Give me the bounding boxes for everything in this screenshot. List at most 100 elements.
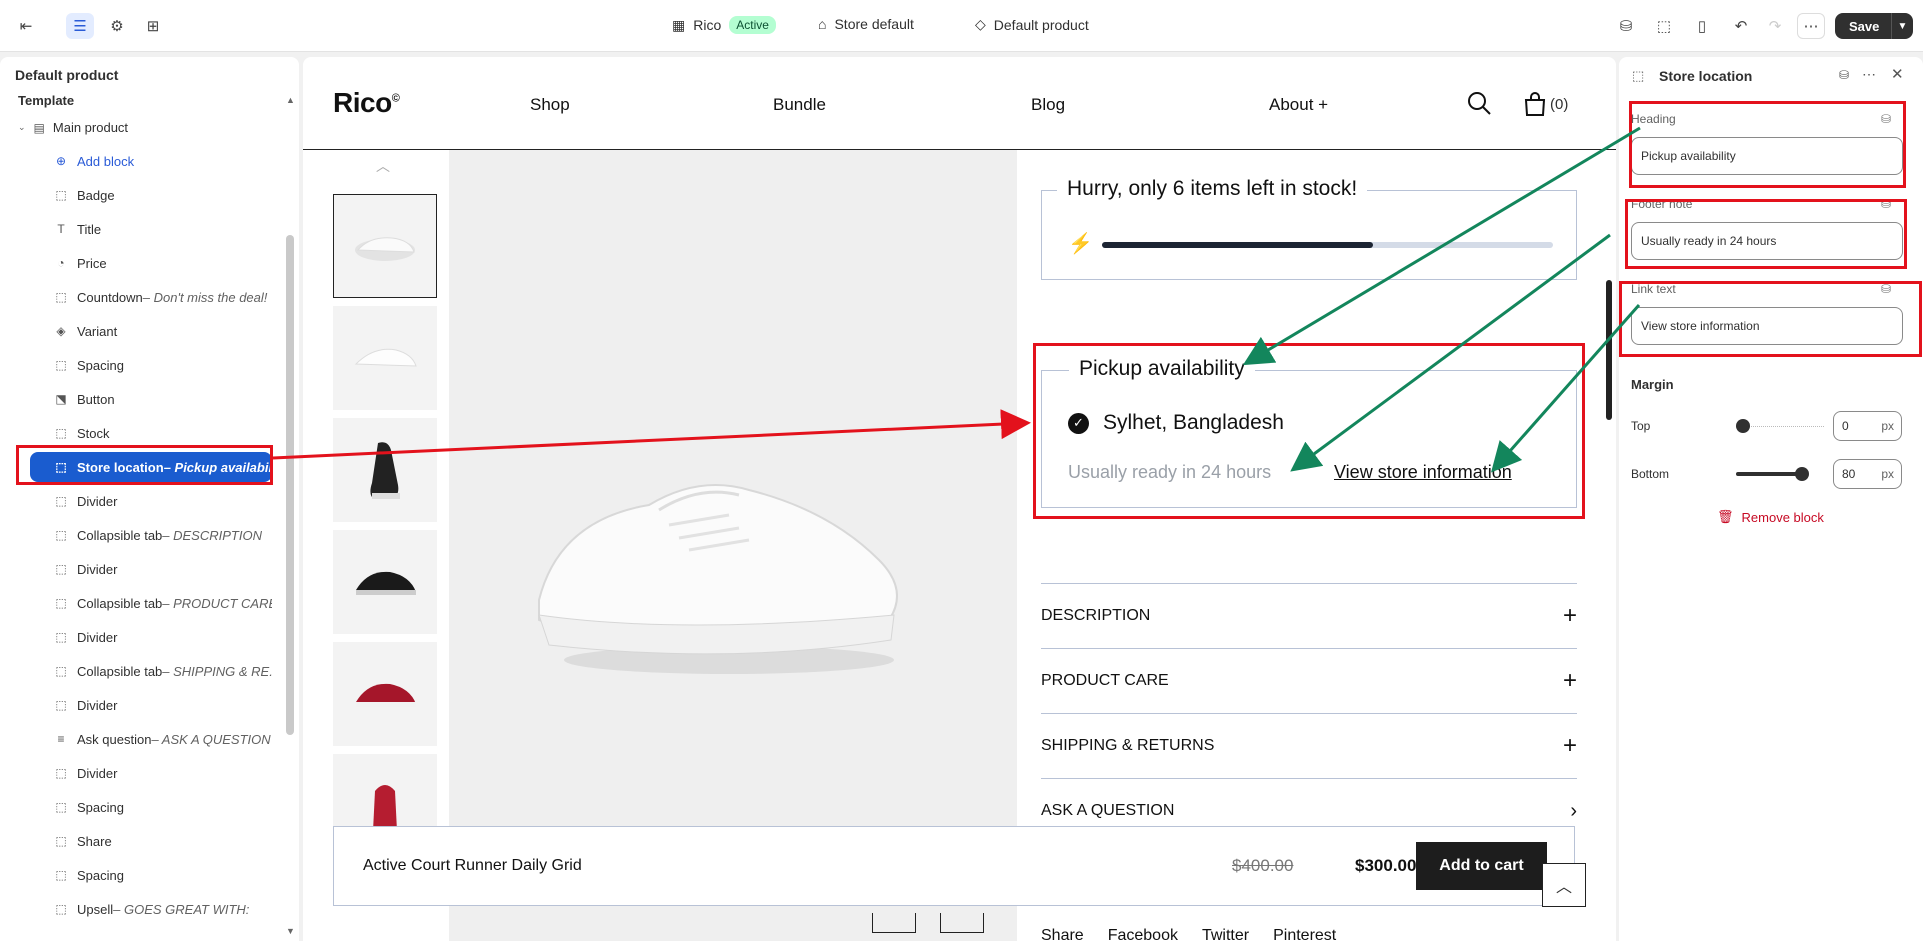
sidebar-item-divider[interactable]: ⬚ Divider [30, 486, 272, 516]
sidebar-item-label: Spacing [77, 799, 124, 815]
sidebar-item-collapsible-tab[interactable]: ⬚ Collapsible tab – PRODUCT CARE [30, 588, 272, 618]
accordion-description[interactable]: DESCRIPTION + [1041, 583, 1577, 648]
sidebar-item-add-block[interactable]: ⊕ Add block [30, 146, 272, 176]
store-switcher[interactable]: ⌂ Store default [818, 16, 914, 32]
sidebar-item-divider[interactable]: ⬚ Divider [30, 554, 272, 584]
sidebar-item-upsell[interactable]: ⬚ Upsell – GOES GREAT WITH: [30, 894, 272, 924]
tag-icon: ◇ [975, 16, 986, 32]
template-switcher[interactable]: ◇ Default product [975, 16, 1089, 33]
sticky-product-title: Active Court Runner Daily Grid [363, 857, 582, 874]
database-icon[interactable]: ⛁ [1839, 68, 1849, 82]
margin-heading: Margin [1631, 377, 1674, 392]
sidebar-item-variant[interactable]: ◈ Variant [30, 316, 272, 346]
thumbnail-black-sneaker[interactable] [333, 530, 437, 634]
collapse-icon[interactable]: ▲ [286, 95, 295, 105]
sidebar-item-button[interactable]: ⬔ Button [30, 384, 272, 414]
share-facebook[interactable]: Facebook [1108, 927, 1178, 941]
close-icon[interactable]: ✕ [1891, 65, 1904, 83]
sidebar-scrollbar[interactable] [286, 235, 294, 735]
bag-icon [1524, 92, 1546, 116]
scroll-down-icon[interactable]: ▼ [286, 926, 295, 936]
footer-note-input[interactable]: Usually ready in 24 hours [1631, 222, 1903, 260]
bottom-slider-handle[interactable] [1795, 467, 1809, 481]
sidebar-item-countdown[interactable]: ⬚ Countdown – Don't miss the deal! [30, 282, 272, 312]
top-margin-input[interactable]: 0 px [1833, 411, 1902, 441]
view-store-information-link[interactable]: View store information [1334, 462, 1512, 483]
accordion-product-care[interactable]: PRODUCT CARE + [1041, 648, 1577, 713]
accordion-shipping[interactable]: SHIPPING & RETURNS + [1041, 713, 1577, 778]
ellipsis-icon[interactable]: ⋯ [1797, 13, 1825, 39]
settings-gear-icon[interactable]: ⚙ [103, 13, 131, 39]
heading-input[interactable]: Pickup availability [1631, 137, 1903, 175]
chevron-down-icon[interactable]: ▼ [1891, 13, 1913, 39]
preview-scrollbar[interactable] [1606, 280, 1612, 420]
sidebar-item-label: Title [77, 221, 102, 237]
chevron-up-icon[interactable]: ︿ [376, 156, 390, 176]
sidebar-item-subtitle: – Don't miss the deal! [142, 289, 268, 305]
thumbnail-black-boot[interactable] [333, 418, 437, 522]
save-button[interactable]: Save ▼ [1835, 13, 1913, 39]
ellipsis-icon[interactable]: ⋯ [1862, 66, 1876, 83]
add-to-cart-button[interactable]: Add to cart [1416, 842, 1547, 890]
inspector-icon[interactable]: ⬚ [1650, 13, 1678, 39]
sidebar-item-divider[interactable]: ⬚ Divider [30, 758, 272, 788]
share-twitter[interactable]: Twitter [1202, 927, 1249, 941]
thumbnail-red-sneaker[interactable] [333, 642, 437, 746]
back-to-top-button[interactable]: ︿ [1542, 863, 1586, 907]
sidebar-item-price[interactable]: ◔ Price [30, 248, 272, 278]
nav-about[interactable]: About + [1269, 95, 1328, 115]
sidebar-item-share[interactable]: ⬚ Share [30, 826, 272, 856]
nav-blog[interactable]: Blog [1031, 95, 1065, 115]
remove-block-button[interactable]: 🗑 Remove block [1717, 509, 1824, 525]
sidebar-item-divider[interactable]: ⬚ Divider [30, 622, 272, 652]
theme-switcher[interactable]: ▦ Rico Active [672, 16, 776, 34]
share-pinterest[interactable]: Pinterest [1273, 927, 1336, 941]
sidebar-item-spacing[interactable]: ⬚ Spacing [30, 350, 272, 380]
sidebar-item-ask-question[interactable]: ≡ Ask question – ASK A QUESTION [30, 724, 272, 754]
dynamic-source-icon[interactable]: ⛁ [1881, 282, 1891, 296]
nav-shop[interactable]: Shop [530, 95, 570, 115]
cart-button[interactable]: (0) [1523, 91, 1568, 117]
pager-prev[interactable] [872, 913, 916, 933]
sidebar-item-stock[interactable]: ⬚ Stock [30, 418, 272, 448]
lightning-icon: ⚡ [1068, 233, 1093, 255]
sidebar-item-collapsible-tab[interactable]: ⬚ Collapsible tab – SHIPPING & RE... [30, 656, 272, 686]
thumbnail-white-sneaker[interactable] [333, 194, 437, 298]
dynamic-source-icon[interactable]: ⛁ [1881, 112, 1891, 126]
database-icon[interactable]: ⛁ [1612, 13, 1640, 39]
pager-next[interactable] [940, 913, 984, 933]
redo-icon[interactable]: ↷ [1761, 13, 1789, 39]
sidebar-item-spacing[interactable]: ⬚ Spacing [30, 792, 272, 822]
lines-icon: ≡ [57, 732, 65, 746]
sidebar-item-label: Badge [77, 187, 115, 203]
block-icon: ⬚ [55, 664, 67, 678]
bottom-label: Bottom [1631, 467, 1670, 481]
sidebar-item-collapsible-tab[interactable]: ⬚ Collapsible tab – DESCRIPTION [30, 520, 272, 550]
sidebar-item-badge[interactable]: ⬚ Badge [30, 180, 272, 210]
block-settings-panel: ⬚ Store location ⛁ ⋯ ✕ Heading ⛁ Pickup … [1619, 57, 1923, 941]
apps-icon[interactable]: ⊞ [139, 13, 167, 39]
sidebar-item-spacing[interactable]: ⬚ Spacing [30, 860, 272, 890]
sidebar-item-title[interactable]: T Title [30, 214, 272, 244]
sections-icon[interactable]: ☰ [66, 13, 94, 39]
store-logo[interactable]: Rico© [333, 87, 400, 119]
sidebar-item-divider[interactable]: ⬚ Divider [30, 690, 272, 720]
product-main-image[interactable] [449, 150, 1017, 941]
chevron-down-icon[interactable]: ⌄ [18, 122, 26, 133]
sidebar-item-store-location[interactable]: ⬚ Store location – Pickup availabili... [30, 452, 272, 482]
top-slider-handle[interactable] [1736, 419, 1750, 433]
bottom-slider[interactable] [1736, 472, 1802, 476]
stock-heading: Hurry, only 6 items left in stock! [1057, 177, 1368, 201]
block-icon: ⬚ [55, 188, 67, 202]
mobile-preview-icon[interactable]: ▯ [1688, 13, 1716, 39]
plus-icon: + [1562, 732, 1577, 759]
main-product-section[interactable]: ⌄ ▤ Main product [18, 120, 128, 135]
bottom-margin-input[interactable]: 80 px [1833, 459, 1902, 489]
undo-icon[interactable]: ↶ [1727, 13, 1755, 39]
nav-bundle[interactable]: Bundle [773, 95, 826, 115]
exit-icon[interactable]: ⇤ [12, 13, 40, 39]
dynamic-source-icon[interactable]: ⛁ [1881, 197, 1891, 211]
search-icon[interactable] [1466, 90, 1492, 116]
link-text-input[interactable]: View store information [1631, 307, 1903, 345]
thumbnail-white-sneaker-side[interactable] [333, 306, 437, 410]
